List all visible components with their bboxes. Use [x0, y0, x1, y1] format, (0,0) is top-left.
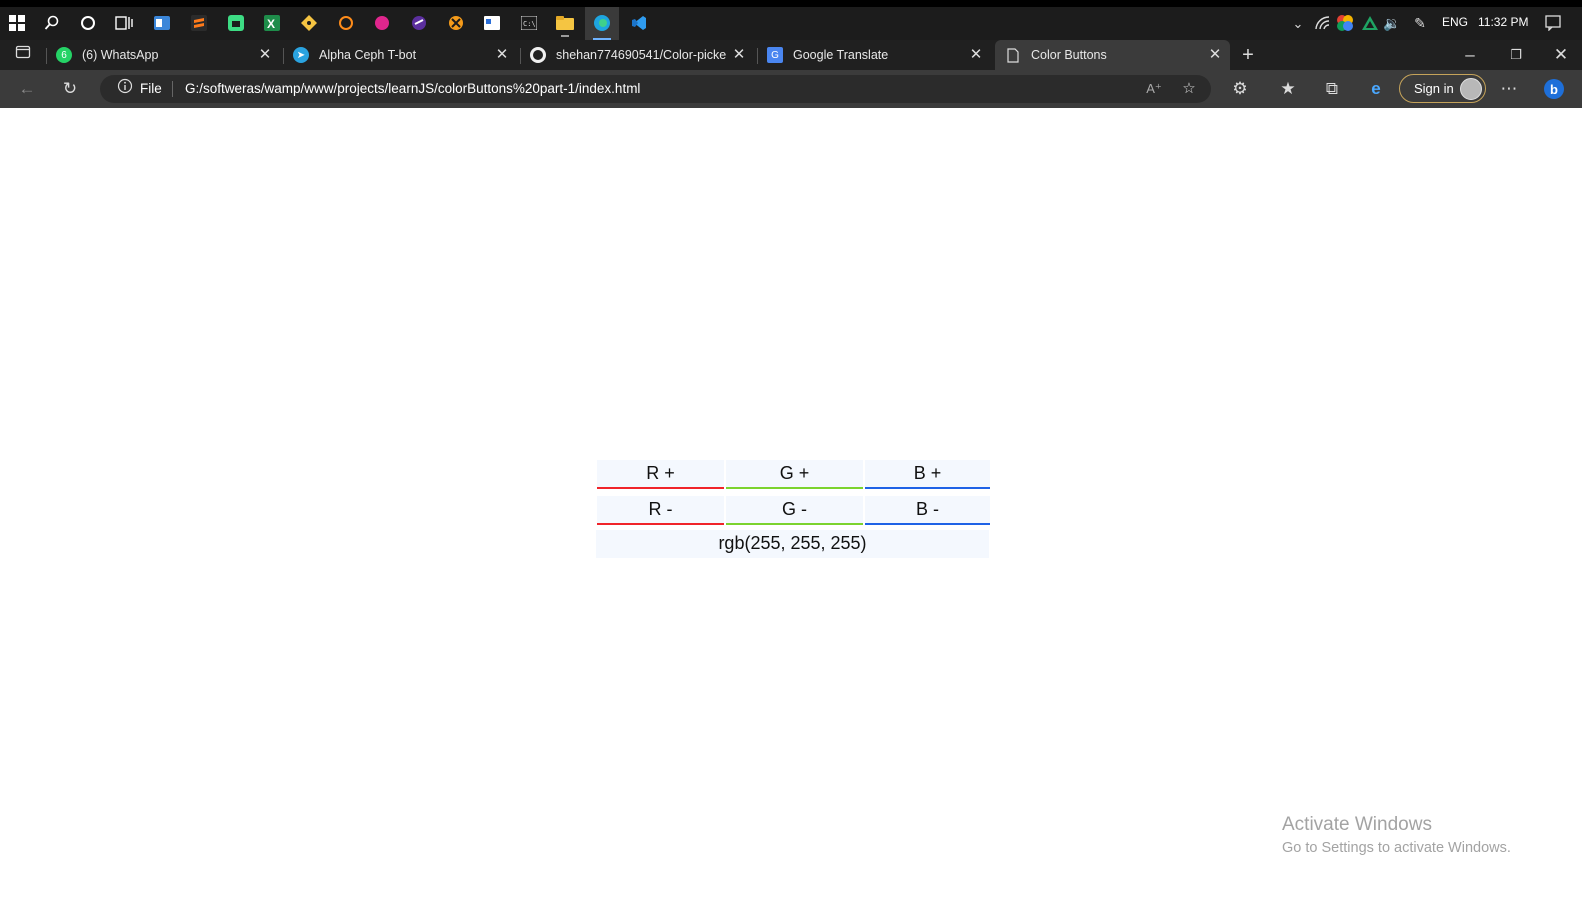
- telegram-icon: ➤: [293, 47, 309, 63]
- tab-separator: [520, 48, 521, 64]
- watermark-subtitle: Go to Settings to activate Windows.: [1282, 840, 1511, 856]
- whatsapp-icon: 6: [56, 47, 72, 63]
- tab-github[interactable]: shehan774690541/Color-picker-j ✕: [530, 40, 754, 70]
- extensions-icon[interactable]: ⚙: [1229, 78, 1251, 100]
- github-icon: [530, 47, 546, 63]
- sign-in-label: Sign in: [1414, 81, 1454, 96]
- xampp-icon[interactable]: [444, 11, 468, 35]
- close-icon[interactable]: ✕: [493, 46, 511, 64]
- new-tab-icon[interactable]: +: [1237, 44, 1259, 66]
- file-explorer-icon[interactable]: [553, 11, 577, 37]
- tab-label: Google Translate: [793, 48, 889, 62]
- close-icon[interactable]: ✕: [1206, 46, 1224, 64]
- collections-icon[interactable]: ⧉: [1321, 78, 1343, 100]
- page-viewport: R + G + B + R - G - B - rgb(255, 255, 25…: [0, 108, 1582, 904]
- outlook-icon[interactable]: [150, 11, 174, 35]
- close-icon[interactable]: ✕: [256, 46, 274, 64]
- clock[interactable]: 11:32 PM: [1478, 15, 1528, 29]
- ie-mode-icon[interactable]: e: [1365, 78, 1387, 100]
- edge-icon[interactable]: [590, 11, 614, 35]
- notification-icon[interactable]: [1541, 11, 1565, 35]
- drive-tray-icon[interactable]: [1358, 11, 1382, 35]
- avatar: [1460, 78, 1482, 100]
- android-icon[interactable]: [224, 11, 248, 35]
- tab-alpha-ceph[interactable]: ➤ Alpha Ceph T-bot ✕: [293, 40, 517, 70]
- tab-separator: [757, 48, 758, 64]
- tab-label: Alpha Ceph T-bot: [319, 48, 417, 62]
- blue-minus-button[interactable]: B -: [865, 496, 990, 525]
- close-icon[interactable]: ✕: [730, 46, 748, 64]
- vscode-icon[interactable]: [627, 11, 651, 35]
- tab-color-buttons[interactable]: Color Buttons ✕: [995, 40, 1230, 70]
- search-icon[interactable]: [40, 11, 64, 35]
- terminal-icon[interactable]: C:\: [517, 11, 541, 35]
- refresh-icon[interactable]: ↻: [59, 78, 81, 100]
- postman-icon[interactable]: [334, 11, 358, 35]
- tab-label: (6) WhatsApp: [82, 48, 159, 62]
- browser-toolbar: ← ↻ File G:/softweras/wamp/www/projects/…: [0, 70, 1582, 108]
- visual-studio-icon[interactable]: [407, 11, 431, 35]
- watermark-title: Activate Windows: [1282, 814, 1432, 835]
- rgb-value-display: rgb(255, 255, 255): [596, 530, 989, 558]
- language-indicator[interactable]: ENG: [1442, 15, 1468, 29]
- increment-row: R + G + B +: [597, 459, 990, 495]
- excel-icon[interactable]: X: [260, 11, 284, 35]
- red-minus-button[interactable]: R -: [597, 496, 724, 525]
- tab-separator: [46, 48, 47, 64]
- start-icon[interactable]: [5, 11, 29, 35]
- restore-icon[interactable]: ❐: [1505, 44, 1527, 66]
- close-icon[interactable]: ✕: [967, 46, 985, 64]
- news-icon[interactable]: [480, 11, 504, 35]
- read-aloud-icon[interactable]: A⁺: [1143, 78, 1165, 100]
- more-options-icon[interactable]: ⋯: [1498, 78, 1520, 100]
- color-buttons-widget: R + G + B + R - G - B - rgb(255, 255, 25…: [596, 459, 990, 558]
- favorites-icon[interactable]: ★: [1277, 78, 1299, 100]
- add-favorite-icon[interactable]: ☆: [1178, 78, 1200, 100]
- back-icon[interactable]: ←: [16, 78, 38, 100]
- protocol-label: File: [140, 81, 162, 96]
- task-view-icon[interactable]: [112, 11, 136, 35]
- windows-taskbar: X C:\ ⌄ 🔉 ✎ ENG 11:32 PM: [0, 0, 1582, 40]
- volume-icon[interactable]: 🔉: [1380, 11, 1404, 35]
- divider: [172, 81, 173, 97]
- sublime-icon[interactable]: [187, 11, 211, 35]
- url-text[interactable]: G:/softweras/wamp/www/projects/learnJS/c…: [185, 81, 640, 96]
- green-minus-button[interactable]: G -: [726, 496, 863, 525]
- red-plus-button[interactable]: R +: [597, 460, 724, 489]
- tab-label: shehan774690541/Color-picker-j: [556, 48, 726, 62]
- minimize-icon[interactable]: –: [1459, 44, 1481, 66]
- svg-text:C:\: C:\: [523, 20, 536, 28]
- tab-label: Color Buttons: [1031, 48, 1107, 62]
- tab-separator: [283, 48, 284, 64]
- wifi-icon[interactable]: [1311, 11, 1335, 35]
- svg-text:b: b: [1550, 82, 1558, 97]
- bing-icon[interactable]: b: [1543, 78, 1565, 100]
- app-icon[interactable]: [370, 11, 394, 35]
- tab-actions-icon[interactable]: [12, 44, 34, 66]
- sign-in-button[interactable]: Sign in: [1399, 74, 1486, 103]
- svg-text:X: X: [267, 17, 275, 31]
- tab-google-translate[interactable]: G Google Translate ✕: [767, 40, 991, 70]
- git-icon[interactable]: [297, 11, 321, 35]
- address-bar[interactable]: File G:/softweras/wamp/www/projects/lear…: [100, 75, 1211, 103]
- cortana-icon[interactable]: [76, 11, 100, 35]
- browser-tab-strip: 6 (6) WhatsApp ✕ ➤ Alpha Ceph T-bot ✕ sh…: [0, 40, 1582, 70]
- decrement-row: R - G - B -: [597, 495, 990, 531]
- page-icon: [1005, 47, 1021, 63]
- info-icon[interactable]: [114, 78, 136, 100]
- blue-plus-button[interactable]: B +: [865, 460, 990, 489]
- green-plus-button[interactable]: G +: [726, 460, 863, 489]
- chevron-up-icon[interactable]: ⌄: [1286, 11, 1310, 35]
- pen-icon[interactable]: ✎: [1408, 11, 1432, 35]
- google-translate-icon: G: [767, 47, 783, 63]
- activate-windows-watermark: Activate Windows Go to Settings to activ…: [1282, 814, 1511, 856]
- close-window-icon[interactable]: ✕: [1550, 44, 1572, 66]
- chrome-tray-icon[interactable]: [1333, 11, 1357, 35]
- tab-whatsapp[interactable]: 6 (6) WhatsApp ✕: [56, 40, 280, 70]
